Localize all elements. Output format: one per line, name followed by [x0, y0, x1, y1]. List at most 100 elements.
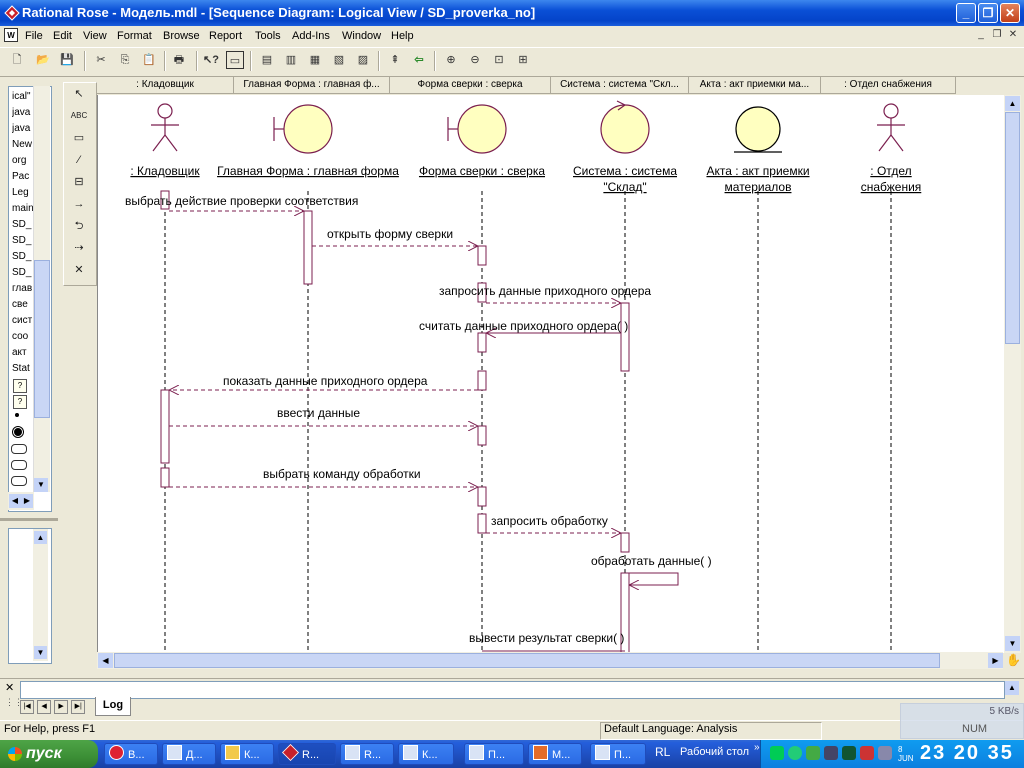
menu-browse[interactable]: Browse — [160, 28, 203, 44]
message-to-self-icon[interactable]: ⮌ — [68, 216, 90, 236]
mdi-close-button[interactable]: ✕ — [1006, 28, 1020, 41]
initial-state-icon[interactable] — [15, 413, 19, 417]
browser-item[interactable]: SD_ — [12, 217, 34, 233]
browser-item[interactable]: New — [12, 137, 34, 153]
browser-item[interactable]: SD_ — [12, 249, 34, 265]
scroll-left-icon[interactable]: ◀ — [98, 653, 113, 668]
browser-item[interactable]: java — [12, 121, 34, 137]
log-close-icon[interactable]: ✕ — [5, 681, 14, 694]
tab-last-icon[interactable]: ▶| — [71, 700, 86, 714]
menu-tools[interactable]: Tools — [252, 28, 284, 44]
browser-item[interactable]: глав — [12, 281, 34, 297]
taskbar-task-word[interactable]: К... — [398, 743, 454, 765]
scroll-down-icon[interactable]: ▼ — [34, 646, 47, 659]
column-header[interactable]: Форма сверки : сверка — [390, 77, 551, 94]
previous-icon[interactable]: ⇦ — [410, 51, 428, 69]
menu-add-ins[interactable]: Add-Ins — [289, 28, 333, 44]
fit-window-icon[interactable]: ⊡ — [490, 51, 508, 69]
scroll-right-icon[interactable]: ▶ — [21, 494, 33, 508]
browser-item[interactable]: све — [12, 297, 34, 313]
browse-deployment-icon[interactable]: ▧ — [330, 51, 348, 69]
column-header[interactable]: Акта : акт приемки ма... — [689, 77, 821, 94]
tab-prev-icon[interactable]: ◀ — [37, 700, 52, 714]
browser-item[interactable]: акт — [12, 345, 34, 361]
zoom-out-icon[interactable]: ⊖ — [466, 51, 484, 69]
scroll-left-icon[interactable]: ◀ — [9, 494, 21, 508]
activity-icon[interactable] — [11, 444, 27, 454]
paste-icon[interactable]: 📋 — [140, 51, 158, 69]
close-button[interactable]: ✕ — [1000, 3, 1020, 23]
parent-icon[interactable]: ⇞ — [386, 51, 404, 69]
taskbar-task-powerpoint[interactable]: М... — [528, 743, 582, 765]
chevron-icon[interactable]: » — [754, 742, 760, 753]
state-icon[interactable]: ? — [13, 379, 27, 393]
menu-view[interactable]: View — [80, 28, 110, 44]
taskbar-task-browser[interactable]: В... — [104, 743, 158, 765]
scroll-up-icon[interactable]: ▲ — [1005, 96, 1020, 111]
rational-rose-app-icon[interactable] — [4, 5, 20, 21]
browser-item[interactable]: org — [12, 153, 34, 169]
scroll-down-icon[interactable]: ▼ — [1005, 636, 1020, 651]
text-box-icon[interactable]: ABC — [68, 106, 90, 126]
menu-file[interactable]: File — [22, 28, 46, 44]
browser-item[interactable]: java — [12, 105, 34, 121]
browser-item[interactable]: main — [12, 201, 34, 217]
column-header[interactable]: Система : система "Скл... — [551, 77, 689, 94]
state-icon[interactable]: ? — [13, 395, 27, 409]
browser-item[interactable]: SD_ — [12, 265, 34, 281]
cut-icon[interactable]: ✂ — [92, 51, 110, 69]
save-icon[interactable]: 💾 — [58, 51, 76, 69]
destruction-marker-icon[interactable]: ✕ — [68, 260, 90, 280]
tray-app-icon[interactable] — [806, 746, 820, 760]
pane-splitter[interactable] — [0, 518, 58, 521]
tray-monitor-icon[interactable] — [824, 746, 838, 760]
tab-next-icon[interactable]: ▶ — [54, 700, 69, 714]
taskbar-task-word[interactable]: Д... — [162, 743, 216, 765]
desktop-toolbar-label[interactable]: Рабочий стол — [680, 746, 749, 758]
context-help-icon[interactable]: ↖? — [202, 51, 220, 69]
taskbar-task-rose[interactable]: R... — [340, 743, 394, 765]
browse-component-icon[interactable]: ▦ — [306, 51, 324, 69]
browser-item[interactable]: SD_ — [12, 233, 34, 249]
minimize-button[interactable]: _ — [956, 3, 976, 23]
tray-app-icon[interactable] — [788, 746, 802, 760]
menu-report[interactable]: Report — [206, 28, 245, 44]
tab-log[interactable]: Log — [95, 697, 131, 716]
browse-interaction-icon[interactable]: ▥ — [282, 51, 300, 69]
restore-button[interactable]: ❐ — [978, 3, 998, 23]
sequence-diagram[interactable]: : Кладовщик Главная Форма : главная форм… — [97, 95, 1003, 653]
selection-tool-icon[interactable]: ↖ — [68, 84, 90, 104]
column-header[interactable]: : Кладовщик — [97, 77, 234, 94]
note-icon[interactable]: ▭ — [68, 128, 90, 148]
quicklaunch-label[interactable]: RL — [655, 745, 670, 759]
menu-window[interactable]: Window — [339, 28, 384, 44]
scroll-right-icon[interactable]: ▶ — [988, 653, 1003, 668]
browser-item[interactable]: соо — [12, 329, 34, 345]
taskbar-task-folder[interactable]: К... — [220, 743, 274, 765]
open-icon[interactable]: 📂 — [34, 51, 52, 69]
document-icon[interactable]: W — [4, 28, 18, 42]
undo-fit-icon[interactable]: ⊞ — [514, 51, 532, 69]
browse-class-icon[interactable]: ▤ — [258, 51, 276, 69]
tab-first-icon[interactable]: |◀ — [20, 700, 34, 714]
column-header[interactable]: : Отдел снабжения — [821, 77, 956, 94]
taskbar-task-word[interactable]: П... — [464, 743, 524, 765]
browser-item[interactable]: ical" — [12, 89, 34, 105]
new-icon[interactable]: 🗋 — [8, 51, 26, 69]
diagram-scroll-thumb[interactable] — [1005, 112, 1020, 344]
browser-scroll-thumb[interactable] — [34, 260, 50, 418]
tray-app-icon[interactable] — [842, 746, 856, 760]
view-doc-icon[interactable]: ▭ — [226, 51, 244, 69]
print-icon[interactable]: 🖶 — [170, 51, 188, 69]
return-message-icon[interactable]: ⇢ — [68, 238, 90, 258]
tray-volume-icon[interactable] — [878, 746, 892, 760]
menu-help[interactable]: Help — [388, 28, 417, 44]
zoom-in-icon[interactable]: ⊕ — [442, 51, 460, 69]
taskbar-task-rose-active[interactable]: R... — [278, 743, 336, 765]
anchor-note-icon[interactable]: ⁄ — [68, 150, 90, 170]
mdi-restore-button[interactable]: ❐ — [990, 28, 1004, 41]
scroll-down-icon[interactable]: ▼ — [34, 478, 48, 492]
scroll-up-icon[interactable]: ▲ — [1005, 681, 1019, 695]
taskbar-task-word[interactable]: П... — [590, 743, 646, 765]
menu-edit[interactable]: Edit — [50, 28, 75, 44]
